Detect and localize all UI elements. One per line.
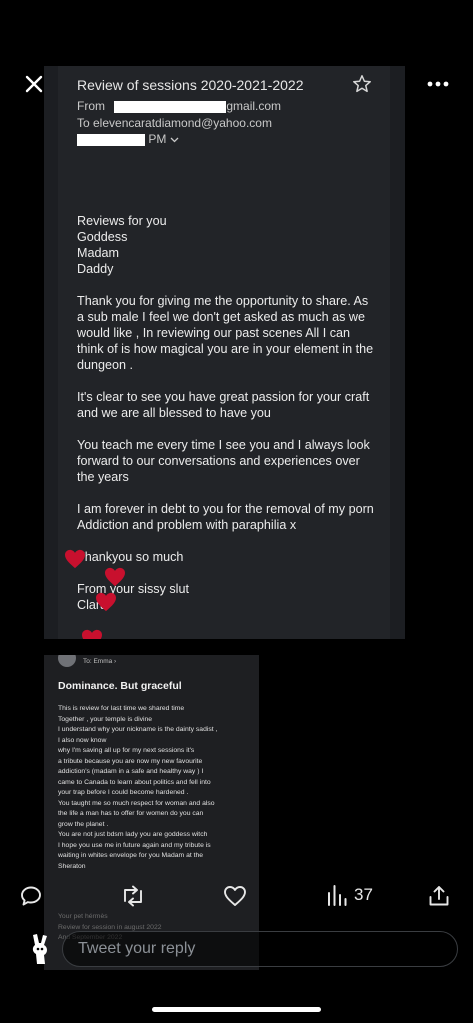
reply-placeholder: Tweet your reply — [78, 940, 196, 957]
redaction-bar — [77, 133, 145, 146]
email-from-line: From gmail.com — [77, 99, 281, 113]
email-to-line: To elevencaratdiamond@yahoo.com — [77, 116, 272, 130]
email-paragraph: I am forever in debt to you for the remo… — [77, 502, 374, 532]
chevron-down-icon — [170, 137, 179, 143]
like-icon — [224, 886, 246, 906]
reply-button[interactable] — [19, 884, 43, 908]
views-icon — [328, 885, 347, 906]
email-paragraph: Thank you for giving me the opportunity … — [77, 294, 374, 372]
retweet-icon — [124, 885, 142, 907]
views-count: 37 — [354, 885, 373, 904]
close-icon — [25, 75, 43, 93]
email-paragraph: You teach me every time I see you and I … — [77, 438, 370, 484]
email-paragraph: It's clear to see you have great passion… — [77, 390, 370, 420]
reply-icon — [21, 886, 41, 906]
user-avatar[interactable] — [28, 932, 56, 966]
heart-emoji-icon — [82, 629, 102, 639]
share-button[interactable] — [427, 884, 451, 908]
views-button[interactable]: 37 — [327, 884, 373, 906]
email-body: This is review for last time we shared t… — [58, 705, 218, 870]
heart-emoji-icon — [105, 567, 125, 587]
retweet-button[interactable] — [120, 884, 146, 908]
email-subject: Review of sessions 2020-2021-2022 — [77, 77, 304, 93]
tweet-action-bar: 37 — [0, 878, 473, 916]
more-horizontal-icon — [427, 81, 449, 87]
email-paragraph: Thankyou so much — [77, 550, 184, 564]
like-button[interactable] — [223, 884, 247, 908]
email-screenshot-dominance[interactable]: To: Emma › Dominance. But graceful This … — [44, 655, 259, 970]
redaction-bar — [114, 100, 227, 113]
email-to-line: To: Emma › — [83, 658, 117, 665]
time-suffix: PM — [148, 132, 167, 146]
reply-input[interactable]: Tweet your reply — [62, 931, 458, 967]
email-time-line: PM — [77, 132, 179, 146]
heart-emoji-icon — [65, 549, 85, 569]
share-icon — [429, 886, 449, 906]
sender-avatar — [58, 655, 76, 667]
from-label: From — [77, 99, 105, 113]
from-domain: gmail.com — [226, 99, 282, 113]
star-icon — [353, 75, 371, 93]
heart-emoji-icon — [96, 592, 116, 612]
email-screenshot-review[interactable]: Review of sessions 2020-2021-2022 From g… — [44, 66, 405, 639]
home-indicator — [152, 1007, 321, 1012]
more-options-button[interactable] — [425, 74, 451, 94]
email-title: Dominance. But graceful — [58, 680, 182, 692]
email-paragraph: Reviews for you Goddess Madam Daddy — [77, 214, 167, 276]
